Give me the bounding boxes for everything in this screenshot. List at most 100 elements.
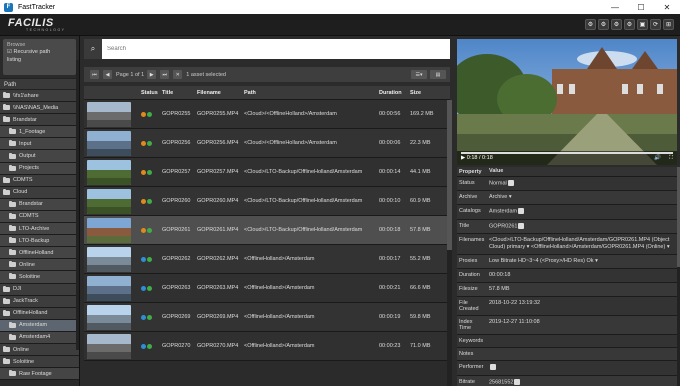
play-icon[interactable]: ▶ <box>461 155 465 161</box>
tree-item[interactable]: CDMTS <box>0 174 79 187</box>
table-row[interactable]: GOPR0263 GOPR0263.MP4 <OfflineHolland>/Ams… <box>84 274 450 303</box>
tree-item[interactable]: Online <box>0 343 79 357</box>
preferences-icon[interactable]: ⚙ <box>598 19 609 30</box>
tree-item[interactable]: Soloitine <box>0 356 79 369</box>
tree-item[interactable]: Soloitine <box>0 271 79 284</box>
table-row[interactable]: GOPR0261 GOPR0261.MP4 <Cloud>/LTO-Backup/O… <box>84 216 450 245</box>
tree-item[interactable]: LTO-Archive <box>0 223 79 236</box>
table-row[interactable]: GOPR0270 GOPR0270.MP4 <OfflineHolland>/Ams… <box>84 332 450 361</box>
tree-item[interactable]: Brandstar <box>0 114 79 127</box>
view-mode-icon[interactable]: ☰▾ <box>411 70 427 79</box>
thumbnail[interactable] <box>87 246 131 272</box>
table-row[interactable]: GOPR0262 GOPR0262.MP4 <OfflineHolland>/Ams… <box>84 245 450 274</box>
property-value[interactable] <box>487 348 677 360</box>
edit-tag-icon[interactable] <box>518 222 525 229</box>
next-page-icon[interactable]: ▶ <box>147 70 157 79</box>
property-value[interactable] <box>487 335 677 347</box>
folder-icon <box>9 321 16 328</box>
page-word: Page <box>116 71 129 78</box>
table-row[interactable]: GOPR0255 GOPR0255.MP4 <Cloud>/<OfflineHoll… <box>84 100 450 129</box>
search-icon[interactable]: ⌕ <box>84 39 102 59</box>
clear-selection-icon[interactable]: ✕ <box>173 70 183 79</box>
tree-item[interactable]: Raw Footage <box>0 368 79 381</box>
thumbnail[interactable] <box>87 304 131 330</box>
close-button[interactable]: ✕ <box>654 0 680 14</box>
col-duration[interactable]: Duration <box>379 90 410 96</box>
tree-item[interactable]: Cloud <box>0 186 79 199</box>
tree-item[interactable]: Output <box>0 150 79 163</box>
thumbnail[interactable] <box>87 217 131 243</box>
property-value[interactable]: 2018-10-22 13:19:32 <box>487 297 677 315</box>
edit-tag-icon[interactable] <box>490 364 496 371</box>
table-row[interactable]: GOPR0257 GOPR0257.MP4 <Cloud>/LTO-Backup/O… <box>84 158 450 187</box>
tree-item[interactable]: 1_Footage <box>0 126 79 139</box>
property-row: Keywords <box>457 335 677 349</box>
thumbnail[interactable] <box>87 159 131 185</box>
table-row[interactable]: GOPR0260 GOPR0260.MP4 <Cloud>/LTO-Backup/O… <box>84 187 450 216</box>
folder-icon <box>9 249 16 256</box>
grid-scrollbar[interactable] <box>447 100 452 386</box>
tree-item[interactable]: Projects <box>0 162 79 175</box>
property-value[interactable]: Normal <box>487 177 677 190</box>
tree-item[interactable]: JackTrack <box>0 295 79 308</box>
tree-item[interactable]: \\fs1\share <box>0 90 79 103</box>
property-value[interactable]: <Cloud>/LTO-Backup/OfflineHolland/Amster… <box>487 234 677 254</box>
property-value[interactable]: GOPR0261 <box>487 220 677 233</box>
prev-page-icon[interactable]: ◀ <box>103 70 112 79</box>
recursive-option[interactable]: ☑ Recursive path <box>7 49 72 56</box>
thumbnail[interactable] <box>87 333 131 359</box>
thumbnail[interactable] <box>87 130 131 156</box>
list-view-icon[interactable]: ▤ <box>430 70 446 79</box>
search-input[interactable] <box>102 39 450 59</box>
col-status[interactable]: Status <box>139 90 162 96</box>
page-number[interactable]: 1 <box>130 72 133 78</box>
table-row[interactable]: GOPR0256 GOPR0256.MP4 <Cloud>/<OfflineHoll… <box>84 129 450 158</box>
users-icon[interactable]: ⚙ <box>611 19 622 30</box>
table-row[interactable]: GOPR0269 GOPR0269.MP4 <OfflineHolland>/Ams… <box>84 303 450 332</box>
tree-item[interactable]: Amsterdam <box>0 319 79 332</box>
maximize-button[interactable]: ☐ <box>628 0 654 14</box>
settings-icon[interactable]: ⚙ <box>585 19 596 30</box>
edit-tag-icon[interactable] <box>518 208 525 215</box>
property-value[interactable] <box>487 361 677 374</box>
thumbnail[interactable] <box>87 101 131 127</box>
edit-tag-icon[interactable] <box>507 180 514 186</box>
col-filename[interactable]: Filename <box>197 90 244 96</box>
tree-item[interactable]: OfflineHolland <box>0 307 79 320</box>
minimize-button[interactable]: — <box>602 0 628 14</box>
tree-item[interactable]: DJI <box>0 283 79 296</box>
property-value[interactable]: 00:00:18 <box>487 269 677 282</box>
property-value[interactable]: Archive ▾ <box>487 191 677 204</box>
property-value[interactable]: 57.8 MB <box>487 283 677 296</box>
tree-item[interactable]: Brandstar <box>0 198 79 211</box>
first-page-icon[interactable]: ⏮ <box>90 70 99 79</box>
col-title[interactable]: Title <box>162 90 197 96</box>
edit-tag-icon[interactable] <box>514 378 521 385</box>
video-player[interactable]: ▶ 0:18 / 0:18 🔊 ⛶ <box>457 39 677 165</box>
tree-item[interactable]: LTO-Backup <box>0 235 79 248</box>
property-value[interactable]: Low Bitrate HD~3~4 (<Proxy>/HD Res) Ok ▾ <box>487 255 677 268</box>
volume-icon[interactable]: 🔊 <box>654 155 661 161</box>
tree-item[interactable]: Input <box>0 138 79 151</box>
tree-item[interactable]: Amsterdam4 <box>0 331 79 344</box>
property-value[interactable]: 2019-12-27 11:10:08 <box>487 316 677 334</box>
refresh-icon[interactable]: ⟳ <box>650 19 661 30</box>
tree-item[interactable]: CDMTS <box>0 210 79 224</box>
property-value[interactable]: Amsterdam <box>487 205 677 218</box>
tree-item[interactable]: Online <box>0 259 79 272</box>
layout-icon[interactable]: ▣ <box>637 19 648 30</box>
cell-size: 57.8 MB <box>410 227 431 233</box>
col-path[interactable]: Path <box>244 90 379 96</box>
tree-item[interactable]: OfflineHolland <box>0 247 79 260</box>
fullscreen-icon[interactable]: ⛶ <box>669 155 673 162</box>
last-page-icon[interactable]: ⏭ <box>160 70 170 79</box>
left-scrollbar[interactable] <box>76 60 79 350</box>
col-size[interactable]: Size <box>410 90 450 96</box>
property-value[interactable]: 25681552 <box>487 376 677 386</box>
tools-icon[interactable]: ⚙ <box>624 19 635 30</box>
grid-icon[interactable]: ⊞ <box>663 19 674 30</box>
tree-item[interactable]: \\NAS\NAS_Media <box>0 102 79 115</box>
thumbnail[interactable] <box>87 275 131 301</box>
thumbnail[interactable] <box>87 188 131 214</box>
video-progress[interactable] <box>461 152 673 154</box>
